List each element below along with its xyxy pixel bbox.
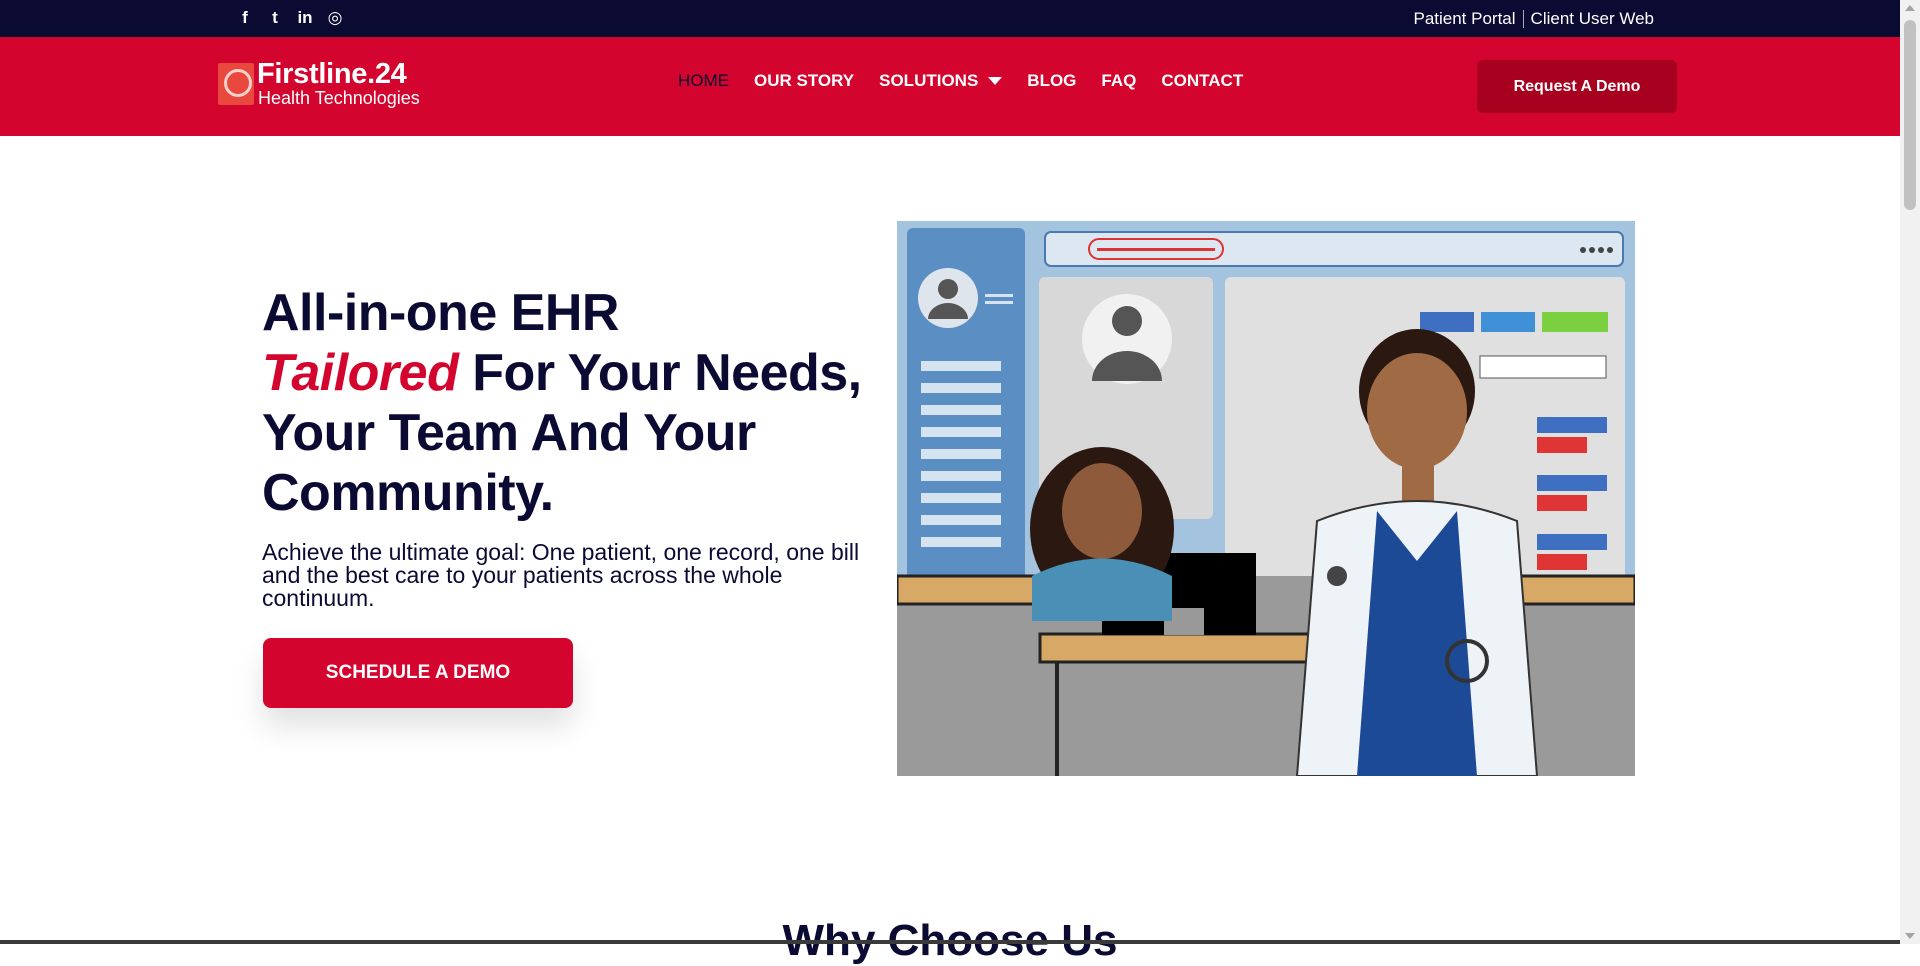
facebook-icon[interactable]: f bbox=[236, 9, 254, 27]
nav-solutions[interactable]: SOLUTIONS bbox=[879, 71, 1003, 91]
instagram-icon[interactable]: ◎ bbox=[326, 9, 344, 27]
nav-blog[interactable]: BLOG bbox=[1027, 71, 1076, 91]
site-header: Firstline.24 Health Technologies HOME OU… bbox=[0, 37, 1900, 136]
hero-title-line1: All-in-one EHR bbox=[262, 284, 619, 342]
nav-faq[interactable]: FAQ bbox=[1101, 71, 1136, 91]
client-user-web-link[interactable]: Client User Web bbox=[1531, 9, 1654, 29]
portal-links: Patient Portal Client User Web bbox=[1413, 9, 1654, 29]
hero-description: Achieve the ultimate goal: One patient, … bbox=[262, 539, 860, 611]
main-nav: HOME OUR STORY SOLUTIONS BLOG FAQ CONTAC… bbox=[678, 71, 1243, 91]
scroll-up-icon[interactable] bbox=[1905, 5, 1915, 11]
bottom-divider bbox=[0, 940, 1900, 944]
logo-heart-icon bbox=[218, 63, 254, 105]
link-divider bbox=[1522, 10, 1524, 28]
scroll-down-icon[interactable] bbox=[1905, 933, 1915, 939]
hero-illustration bbox=[897, 221, 1635, 776]
nav-our-story[interactable]: OUR STORY bbox=[754, 71, 854, 91]
patient-portal-link[interactable]: Patient Portal bbox=[1413, 9, 1515, 29]
schedule-demo-button[interactable]: SCHEDULE A DEMO bbox=[263, 638, 573, 708]
nav-solutions-label: SOLUTIONS bbox=[879, 71, 979, 90]
social-links: f t in ◎ bbox=[236, 9, 344, 27]
hero-title: All-in-one EHR Tailored For Your Needs, … bbox=[262, 283, 902, 523]
logo-name: Firstline.24 bbox=[257, 58, 407, 90]
top-bar: f t in ◎ Patient Portal Client User Web bbox=[0, 0, 1900, 37]
chevron-down-icon bbox=[988, 77, 1003, 85]
logo-subtitle: Health Technologies bbox=[258, 88, 420, 108]
nav-contact[interactable]: CONTACT bbox=[1161, 71, 1243, 91]
twitter-icon[interactable]: t bbox=[266, 9, 284, 27]
linkedin-icon[interactable]: in bbox=[296, 9, 314, 27]
scroll-thumb[interactable] bbox=[1904, 20, 1916, 210]
page-scrollbar[interactable] bbox=[1900, 0, 1920, 944]
hero-title-accent: Tailored bbox=[262, 344, 459, 402]
nav-home[interactable]: HOME bbox=[678, 71, 729, 91]
request-demo-button[interactable]: Request A Demo bbox=[1477, 60, 1677, 113]
